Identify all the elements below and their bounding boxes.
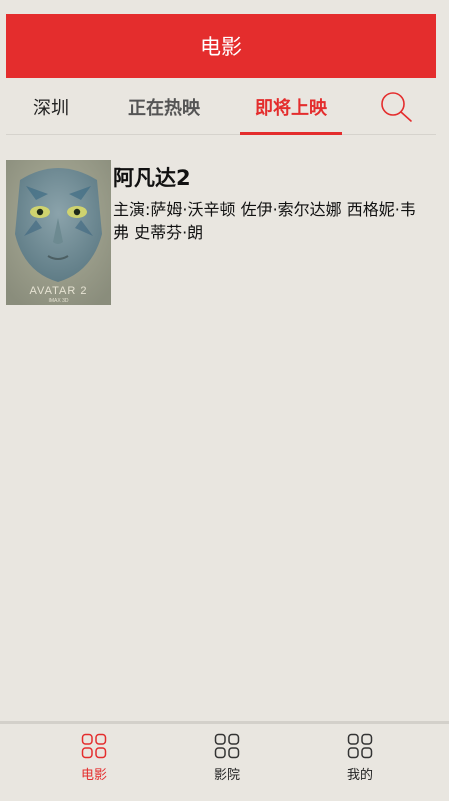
- grid-icon: [81, 733, 107, 759]
- header-bar: 电影: [6, 14, 436, 78]
- tabbar-item-movies-label: 电影: [80, 768, 107, 783]
- tab-coming-soon-label: 即将上映: [255, 97, 327, 119]
- movie-cast: 主演:萨姆·沃辛顿 佐伊·索尔达娜 西格妮·韦弗 史蒂芬·朗: [113, 200, 416, 242]
- poster-subtitle-text: IMAX 3D: [48, 298, 68, 304]
- top-nav: 深圳 正在热映 即将上映: [6, 78, 436, 135]
- search-button[interactable]: [378, 91, 414, 123]
- app-root: 电影 深圳 正在热映 即将上映 AVATAR 2 IMAX 3D 阿凡达2 主演…: [0, 0, 449, 801]
- tabbar-item-mine-label: 我的: [346, 768, 373, 783]
- poster-title-text: AVATAR 2: [30, 285, 88, 297]
- bottom-tab-bar: 电影 影院 我的: [0, 721, 449, 797]
- movie-item[interactable]: AVATAR 2 IMAX 3D 阿凡达2 主演:萨姆·沃辛顿 佐伊·索尔达娜 …: [6, 160, 436, 306]
- city-selector[interactable]: 深圳: [23, 78, 79, 135]
- movie-title[interactable]: 阿凡达2: [113, 162, 191, 192]
- search-icon: [381, 92, 412, 122]
- tabbar-item-cinemas[interactable]: 影院: [187, 724, 267, 797]
- movie-poster[interactable]: AVATAR 2 IMAX 3D: [6, 160, 111, 305]
- grid-icon: [214, 733, 240, 759]
- tab-now-showing[interactable]: 正在热映: [114, 78, 214, 135]
- tabbar-item-cinemas-label: 影院: [213, 768, 240, 783]
- active-tab-indicator: [240, 132, 342, 135]
- tabbar-item-mine[interactable]: 我的: [320, 724, 400, 797]
- page-title: 电影: [200, 35, 242, 59]
- tabbar-item-movies[interactable]: 电影: [54, 724, 134, 797]
- tab-coming-soon[interactable]: 即将上映: [240, 78, 342, 135]
- grid-icon: [347, 733, 373, 759]
- poster-image: AVATAR 2 IMAX 3D: [6, 160, 111, 305]
